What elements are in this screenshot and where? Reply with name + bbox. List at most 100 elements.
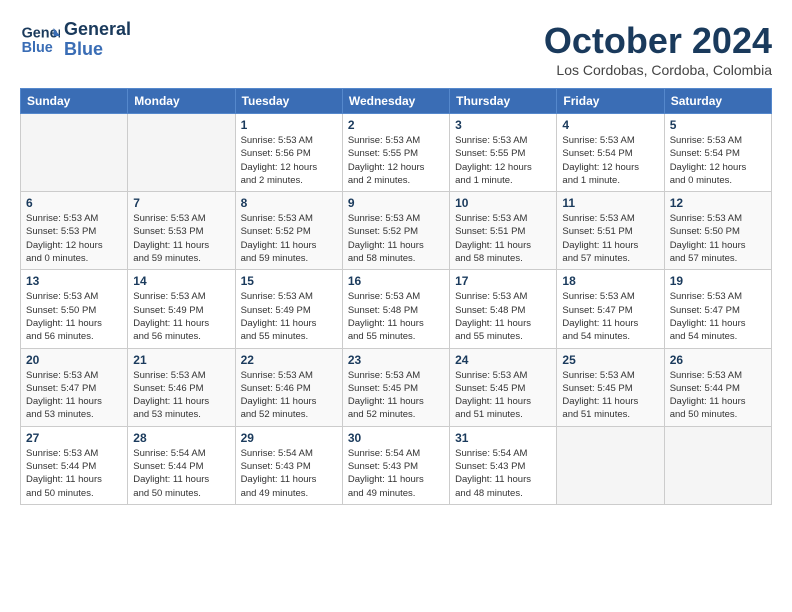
calendar-day-cell: 16Sunrise: 5:53 AM Sunset: 5:48 PM Dayli… (342, 270, 449, 348)
calendar-day-cell: 11 Sunrise: 5:53 AM Sunset: 5:51 PM Dayli… (557, 192, 664, 270)
day-number: 13 (26, 274, 122, 288)
day-info: Sunrise: 5:53 AM Sunset: 5:51 PM Dayligh… (455, 212, 551, 265)
calendar-header-row: SundayMondayTuesdayWednesdayThursdayFrid… (21, 89, 772, 114)
calendar-day-cell: 23 Sunrise: 5:53 AM Sunset: 5:45 PM Dayli… (342, 348, 449, 426)
day-number: 20 (26, 353, 122, 367)
day-number: 22 (241, 353, 337, 367)
day-number: 5 (670, 118, 766, 132)
day-number: 31 (455, 431, 551, 445)
logo-line1: General (64, 20, 131, 40)
day-info: Sunrise: 5:53 AM Sunset: 5:46 PM Dayligh… (241, 369, 337, 422)
calendar-day-cell (128, 114, 235, 192)
calendar-day-cell: 27 Sunrise: 5:53 AM Sunset: 5:44 PM Dayli… (21, 426, 128, 504)
calendar: SundayMondayTuesdayWednesdayThursdayFrid… (20, 88, 772, 505)
calendar-day-cell: 7Sunrise: 5:53 AM Sunset: 5:53 PM Daylig… (128, 192, 235, 270)
calendar-day-cell: 8 Sunrise: 5:53 AM Sunset: 5:52 PM Daylig… (235, 192, 342, 270)
day-number: 27 (26, 431, 122, 445)
day-info: Sunrise: 5:53 AM Sunset: 5:52 PM Dayligh… (241, 212, 337, 265)
day-info: Sunrise: 5:53 AM Sunset: 5:46 PM Dayligh… (133, 369, 229, 422)
svg-text:Blue: Blue (22, 40, 53, 56)
day-number: 19 (670, 274, 766, 288)
day-number: 14 (133, 274, 229, 288)
calendar-day-cell: 26 Sunrise: 5:53 AM Sunset: 5:44 PM Dayli… (664, 348, 771, 426)
day-info: Sunrise: 5:53 AM Sunset: 5:49 PM Dayligh… (133, 290, 229, 343)
day-info: Sunrise: 5:53 AM Sunset: 5:50 PM Dayligh… (26, 290, 122, 343)
month-title: October 2024 (544, 20, 772, 62)
day-info: Sunrise: 5:54 AM Sunset: 5:44 PM Dayligh… (133, 447, 229, 500)
weekday-header: Thursday (450, 89, 557, 114)
calendar-day-cell: 20 Sunrise: 5:53 AM Sunset: 5:47 PM Dayli… (21, 348, 128, 426)
day-number: 25 (562, 353, 658, 367)
day-number: 12 (670, 196, 766, 210)
day-info: Sunrise: 5:53 AM Sunset: 5:48 PM Dayligh… (348, 290, 444, 343)
day-number: 1 (241, 118, 337, 132)
day-number: 10 (455, 196, 551, 210)
weekday-header: Tuesday (235, 89, 342, 114)
logo-text: General Blue (64, 20, 131, 60)
calendar-day-cell: 25 Sunrise: 5:53 AM Sunset: 5:45 PM Dayli… (557, 348, 664, 426)
day-number: 21 (133, 353, 229, 367)
calendar-day-cell: 12Sunrise: 5:53 AM Sunset: 5:50 PM Dayli… (664, 192, 771, 270)
day-info: Sunrise: 5:53 AM Sunset: 5:45 PM Dayligh… (348, 369, 444, 422)
day-number: 29 (241, 431, 337, 445)
calendar-day-cell: 2Sunrise: 5:53 AM Sunset: 5:55 PM Daylig… (342, 114, 449, 192)
header: General Blue General Blue October 2024 L… (20, 20, 772, 78)
calendar-day-cell: 5 Sunrise: 5:53 AM Sunset: 5:54 PM Daylig… (664, 114, 771, 192)
day-number: 26 (670, 353, 766, 367)
calendar-day-cell: 24Sunrise: 5:53 AM Sunset: 5:45 PM Dayli… (450, 348, 557, 426)
calendar-day-cell: 21 Sunrise: 5:53 AM Sunset: 5:46 PM Dayli… (128, 348, 235, 426)
calendar-day-cell: 29 Sunrise: 5:54 AM Sunset: 5:43 PM Dayli… (235, 426, 342, 504)
calendar-day-cell: 1 Sunrise: 5:53 AM Sunset: 5:56 PM Daylig… (235, 114, 342, 192)
calendar-day-cell: 17 Sunrise: 5:53 AM Sunset: 5:48 PM Dayli… (450, 270, 557, 348)
calendar-day-cell: 4Sunrise: 5:53 AM Sunset: 5:54 PM Daylig… (557, 114, 664, 192)
day-number: 18 (562, 274, 658, 288)
day-number: 24 (455, 353, 551, 367)
weekday-header: Friday (557, 89, 664, 114)
day-number: 9 (348, 196, 444, 210)
calendar-day-cell: 19 Sunrise: 5:53 AM Sunset: 5:47 PM Dayli… (664, 270, 771, 348)
day-info: Sunrise: 5:53 AM Sunset: 5:56 PM Dayligh… (241, 134, 337, 187)
day-info: Sunrise: 5:54 AM Sunset: 5:43 PM Dayligh… (241, 447, 337, 500)
day-info: Sunrise: 5:53 AM Sunset: 5:55 PM Dayligh… (348, 134, 444, 187)
calendar-day-cell (664, 426, 771, 504)
calendar-day-cell: 9 Sunrise: 5:53 AM Sunset: 5:52 PM Daylig… (342, 192, 449, 270)
day-number: 11 (562, 196, 658, 210)
day-info: Sunrise: 5:53 AM Sunset: 5:48 PM Dayligh… (455, 290, 551, 343)
title-block: October 2024 Los Cordobas, Cordoba, Colo… (544, 20, 772, 78)
calendar-day-cell: 14 Sunrise: 5:53 AM Sunset: 5:49 PM Dayli… (128, 270, 235, 348)
calendar-day-cell: 3Sunrise: 5:53 AM Sunset: 5:55 PM Daylig… (450, 114, 557, 192)
day-info: Sunrise: 5:54 AM Sunset: 5:43 PM Dayligh… (348, 447, 444, 500)
calendar-day-cell: 31Sunrise: 5:54 AM Sunset: 5:43 PM Dayli… (450, 426, 557, 504)
calendar-day-cell: 28 Sunrise: 5:54 AM Sunset: 5:44 PM Dayli… (128, 426, 235, 504)
day-number: 4 (562, 118, 658, 132)
calendar-week-row: 13 Sunrise: 5:53 AM Sunset: 5:50 PM Dayli… (21, 270, 772, 348)
day-info: Sunrise: 5:53 AM Sunset: 5:54 PM Dayligh… (670, 134, 766, 187)
calendar-day-cell: 13 Sunrise: 5:53 AM Sunset: 5:50 PM Dayli… (21, 270, 128, 348)
day-info: Sunrise: 5:53 AM Sunset: 5:52 PM Dayligh… (348, 212, 444, 265)
weekday-header: Wednesday (342, 89, 449, 114)
day-number: 8 (241, 196, 337, 210)
day-info: Sunrise: 5:53 AM Sunset: 5:44 PM Dayligh… (670, 369, 766, 422)
day-info: Sunrise: 5:53 AM Sunset: 5:55 PM Dayligh… (455, 134, 551, 187)
day-info: Sunrise: 5:53 AM Sunset: 5:45 PM Dayligh… (562, 369, 658, 422)
day-info: Sunrise: 5:53 AM Sunset: 5:47 PM Dayligh… (670, 290, 766, 343)
location-subtitle: Los Cordobas, Cordoba, Colombia (544, 62, 772, 78)
calendar-day-cell (557, 426, 664, 504)
calendar-day-cell: 15Sunrise: 5:53 AM Sunset: 5:49 PM Dayli… (235, 270, 342, 348)
calendar-day-cell: 30Sunrise: 5:54 AM Sunset: 5:43 PM Dayli… (342, 426, 449, 504)
logo: General Blue General Blue (20, 20, 131, 60)
logo-line2: Blue (64, 40, 131, 60)
day-info: Sunrise: 5:53 AM Sunset: 5:44 PM Dayligh… (26, 447, 122, 500)
calendar-week-row: 27 Sunrise: 5:53 AM Sunset: 5:44 PM Dayli… (21, 426, 772, 504)
day-info: Sunrise: 5:53 AM Sunset: 5:47 PM Dayligh… (562, 290, 658, 343)
day-info: Sunrise: 5:53 AM Sunset: 5:47 PM Dayligh… (26, 369, 122, 422)
day-number: 23 (348, 353, 444, 367)
logo-icon: General Blue (20, 20, 60, 60)
weekday-header: Monday (128, 89, 235, 114)
calendar-week-row: 6Sunrise: 5:53 AM Sunset: 5:53 PM Daylig… (21, 192, 772, 270)
day-number: 17 (455, 274, 551, 288)
calendar-day-cell: 10 Sunrise: 5:53 AM Sunset: 5:51 PM Dayli… (450, 192, 557, 270)
calendar-week-row: 20 Sunrise: 5:53 AM Sunset: 5:47 PM Dayli… (21, 348, 772, 426)
day-info: Sunrise: 5:53 AM Sunset: 5:51 PM Dayligh… (562, 212, 658, 265)
day-number: 28 (133, 431, 229, 445)
